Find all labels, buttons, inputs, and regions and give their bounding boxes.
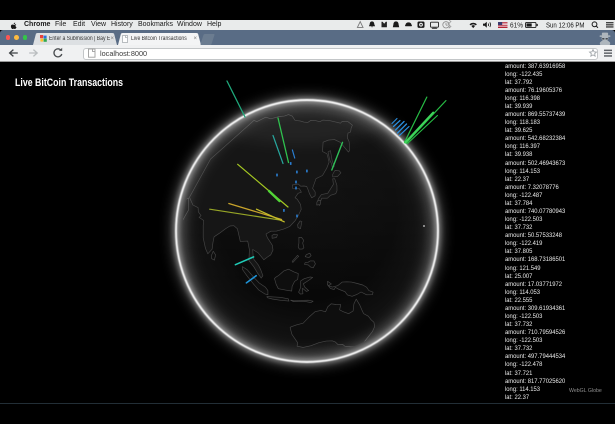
svg-text:61%: 61% [510, 23, 523, 30]
svg-text:Sun 12:06 PM: Sun 12:06 PM [546, 23, 585, 30]
